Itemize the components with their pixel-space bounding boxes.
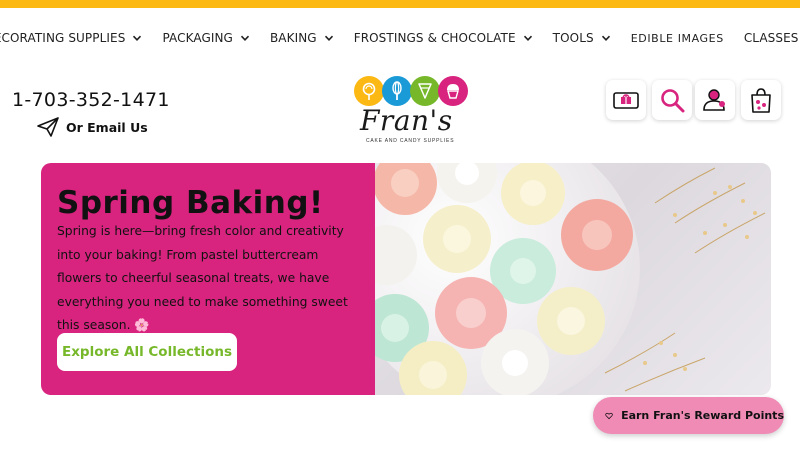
nav-label: CLASSES bbox=[743, 31, 799, 45]
explore-all-collections-button[interactable]: Explore All Collections bbox=[57, 333, 237, 371]
reward-label: Earn Fran's Reward Points bbox=[621, 409, 784, 422]
cart-icon bbox=[751, 88, 771, 113]
main-nav: DECORATING SUPPLIES PACKAGING BAKING FRO… bbox=[0, 26, 800, 50]
earn-rewards-button[interactable]: Earn Fran's Reward Points bbox=[593, 397, 784, 434]
email-link[interactable]: Or Email Us bbox=[36, 116, 148, 138]
hero-text-panel: Spring Baking! Spring is here—bring fres… bbox=[41, 163, 375, 395]
logo-wordmark: Fran's bbox=[360, 104, 453, 137]
meringue-photo bbox=[375, 163, 766, 395]
gift-card-icon bbox=[613, 92, 639, 109]
cupcake-icon bbox=[438, 76, 468, 106]
nav-label: BAKING bbox=[269, 31, 317, 45]
nav-item-classes[interactable]: CLASSES bbox=[744, 31, 800, 45]
email-label: Or Email Us bbox=[66, 119, 148, 135]
phone-link[interactable]: 1-703-352-1471 bbox=[12, 89, 170, 111]
nav-label: FROSTINGS & CHOCOLATE bbox=[353, 31, 516, 45]
site-logo[interactable]: Fran's Cake and Candy Supplies bbox=[352, 76, 470, 152]
chevron-down-icon bbox=[601, 35, 610, 41]
search-icon bbox=[661, 89, 685, 113]
nav-item-decorating-supplies[interactable]: DECORATING SUPPLIES bbox=[0, 31, 142, 45]
chevron-down-icon bbox=[240, 35, 250, 41]
cart-button[interactable] bbox=[741, 80, 781, 120]
paper-plane-icon bbox=[37, 117, 59, 137]
hero-banner: Spring Baking! Spring is here—bring fres… bbox=[41, 163, 771, 395]
chevron-down-icon bbox=[133, 35, 142, 41]
nav-item-baking[interactable]: BAKING bbox=[270, 31, 334, 45]
nav-item-edible-images[interactable]: EDIBLE IMAGES bbox=[631, 32, 724, 45]
heart-icon bbox=[605, 412, 613, 419]
nav-label: TOOLS bbox=[552, 31, 594, 45]
gift-card-button[interactable] bbox=[606, 80, 646, 120]
lollipop-icon bbox=[354, 76, 384, 106]
piping-bag-icon bbox=[410, 76, 440, 106]
hero-title: Spring Baking! bbox=[57, 185, 324, 221]
hero-image bbox=[375, 163, 771, 395]
logo-tagline: Cake and Candy Supplies bbox=[366, 138, 455, 144]
nav-item-packaging[interactable]: PACKAGING bbox=[162, 31, 250, 45]
account-icon bbox=[703, 89, 725, 111]
announcement-bar bbox=[0, 0, 800, 8]
logo-mark bbox=[354, 76, 468, 106]
nav-label: DECORATING SUPPLIES bbox=[0, 31, 126, 45]
chevron-down-icon bbox=[523, 35, 532, 41]
account-button[interactable] bbox=[695, 80, 735, 120]
hero-description: Spring is here—bring fresh color and cre… bbox=[57, 224, 348, 332]
whisk-icon bbox=[382, 76, 412, 106]
nav-item-frostings-chocolate[interactable]: FROSTINGS & CHOCOLATE bbox=[354, 31, 533, 45]
nav-label: EDIBLE IMAGES bbox=[630, 31, 724, 45]
chevron-down-icon bbox=[324, 35, 333, 41]
nav-item-tools[interactable]: TOOLS bbox=[553, 31, 611, 45]
nav-label: PACKAGING bbox=[162, 31, 233, 45]
search-button[interactable] bbox=[652, 80, 692, 120]
